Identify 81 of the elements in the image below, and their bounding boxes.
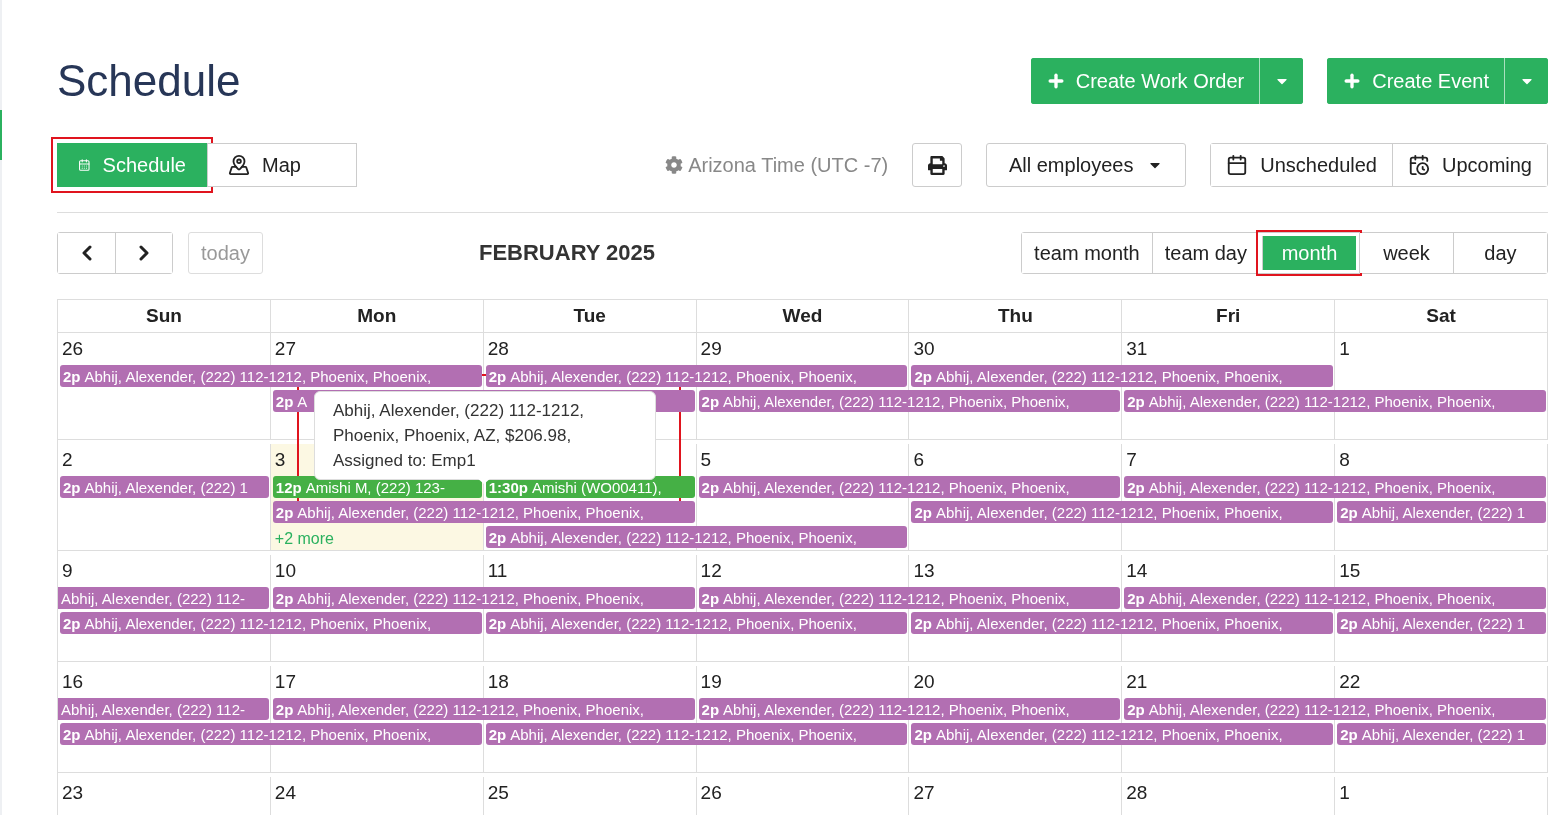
event-bar[interactable]: 2p Abhij, Alexender, (222) 112-1212, Phoenix, Phoenix, bbox=[1124, 587, 1546, 609]
event-bar[interactable]: 2p Abhij, Alexender, (222) 112-1212, Phoenix, Phoenix, bbox=[1124, 698, 1546, 720]
gear-icon bbox=[665, 156, 684, 174]
event-bar[interactable]: 2p Abhij, Alexender, (222) 1 bbox=[1337, 501, 1546, 523]
day-number: 20 bbox=[913, 671, 935, 693]
day-number: 30 bbox=[913, 338, 935, 360]
calendar-clock-icon bbox=[1407, 154, 1430, 176]
day-number: 18 bbox=[487, 671, 509, 693]
event-bar[interactable]: 2p Abhij, Alexender, (222) 112-1212, Phoenix, Phoenix, bbox=[911, 612, 1334, 634]
calendar-view-button[interactable]: day bbox=[1453, 233, 1547, 273]
event-bar[interactable]: 2p Abhij, Alexender, (222) 1 bbox=[1337, 723, 1546, 745]
day-number: 26 bbox=[62, 338, 84, 360]
day-number: 27 bbox=[274, 338, 296, 360]
day-number: 8 bbox=[1339, 449, 1350, 471]
day-number: 7 bbox=[1126, 449, 1137, 471]
day-number: 24 bbox=[274, 782, 296, 804]
event-bar[interactable]: Abhij, Alexender, (222) 112- bbox=[58, 698, 269, 720]
event-bar[interactable]: 2p Abhij, Alexender, (222) 112-1212, Phoenix, Phoenix, bbox=[60, 612, 482, 634]
calendar-icon bbox=[1226, 154, 1249, 176]
day-number: 9 bbox=[62, 560, 73, 582]
event-bar[interactable]: 2p Abhij, Alexender, (222) 112-1212, Phoenix, Phoenix, bbox=[485, 526, 908, 548]
event-bar[interactable]: Abhij, Alexender, (222) 112- bbox=[58, 587, 269, 609]
day-number: 27 bbox=[913, 782, 935, 804]
event-bar[interactable]: 2p Abhij, Alexender, (222) 112-1212, Phoenix, Phoenix, bbox=[485, 612, 908, 634]
print-button[interactable] bbox=[912, 143, 963, 187]
event-bar[interactable]: 2p Abhij, Alexender, (222) 112-1212, Phoenix, Phoenix, bbox=[698, 587, 1121, 609]
event-bar[interactable]: 2p Abhij, Alexender, (222) 112-1212, Phoenix, Phoenix, bbox=[1124, 476, 1546, 498]
event-bar[interactable]: 2p Abhij, Alexender, (222) 112-1212, Phoenix, Phoenix, bbox=[911, 501, 1334, 523]
day-number: 1 bbox=[1339, 782, 1350, 804]
day-number: 5 bbox=[700, 449, 712, 471]
day-number: 17 bbox=[274, 671, 296, 693]
event-bar[interactable]: 2p Abhij, Alexender, (222) 112-1212, Phoenix, Phoenix, bbox=[911, 723, 1334, 745]
event-bar[interactable]: 2p Abhij, Alexender, (222) 112-1212, Phoenix, Phoenix, bbox=[272, 698, 695, 720]
day-number: 25 bbox=[487, 782, 509, 804]
page-title: Schedule bbox=[57, 56, 241, 106]
day-number: 16 bbox=[62, 671, 84, 693]
day-number: 6 bbox=[913, 449, 924, 471]
tooltip-text: Abhij, Alexender, (222) 112-1212, bbox=[333, 400, 586, 421]
day-number: 3 bbox=[274, 449, 286, 471]
event-bar[interactable]: 2p Abhij, Alexender, (222) 112-1212, Phoenix, Phoenix, bbox=[60, 723, 482, 745]
event-bar[interactable]: 2p Abhij, Alexender, (222) 1 bbox=[1337, 612, 1546, 634]
day-number: 10 bbox=[274, 560, 296, 582]
timezone-text: Arizona Time (UTC -7) bbox=[688, 153, 889, 177]
event-bar[interactable]: 2p Abhij, Alexender, (222) 112-1212, Phoenix, Phoenix, bbox=[485, 365, 908, 387]
day-number: 29 bbox=[700, 338, 722, 360]
printer-icon bbox=[927, 155, 947, 175]
next-button[interactable] bbox=[115, 233, 172, 273]
day-number: 21 bbox=[1126, 671, 1148, 693]
day-number: 28 bbox=[1126, 782, 1148, 804]
day-number: 26 bbox=[700, 782, 722, 804]
day-number: 1 bbox=[1339, 338, 1350, 360]
event-bar[interactable]: 2p Abhij, Alexender, (222) 112-1212, Phoenix, Phoenix, bbox=[911, 365, 1334, 387]
event-bar[interactable]: 2p Abhij, Alexender, (222) 1 bbox=[60, 476, 269, 498]
employee-dropdown[interactable]: All employees bbox=[986, 143, 1187, 187]
calendar-title: FEBRUARY 2025 bbox=[479, 240, 656, 266]
day-number: 19 bbox=[700, 671, 722, 693]
tooltip-text: Assigned to: Emp1 bbox=[333, 450, 477, 471]
tooltip-text: Phoenix, Phoenix, AZ, $206.98, bbox=[333, 425, 573, 446]
list-button[interactable]: Upcoming bbox=[1391, 144, 1547, 186]
event-bar[interactable]: 2p Abhij, Alexender, (222) 112-1212, Phoenix, Phoenix, bbox=[272, 587, 695, 609]
day-number: 11 bbox=[487, 560, 508, 582]
event-bar[interactable]: 2p Abhij, Alexender, (222) 112-1212, Phoenix, Phoenix, bbox=[698, 476, 1121, 498]
day-number: 15 bbox=[1339, 560, 1361, 582]
event-bar[interactable]: 2p Abhij, Alexender, (222) 112-1212, Phoenix, Phoenix, bbox=[485, 723, 908, 745]
event-bar[interactable]: 2p Abhij, Alexender, (222) 112-1212, Phoenix, Phoenix, bbox=[60, 365, 482, 387]
day-number: 2 bbox=[62, 449, 73, 471]
day-number: 22 bbox=[1339, 671, 1361, 693]
view-tab[interactable]: Map bbox=[207, 143, 357, 187]
map-pin-icon bbox=[228, 154, 250, 176]
day-number: 23 bbox=[62, 782, 84, 804]
day-number: 31 bbox=[1126, 338, 1148, 360]
day-number: 12 bbox=[700, 560, 722, 582]
day-number: 28 bbox=[487, 338, 509, 360]
more-link[interactable]: +2 more bbox=[274, 529, 484, 548]
event-bar[interactable]: 2p Abhij, Alexender, (222) 112-1212, Phoenix, Phoenix, bbox=[1124, 390, 1546, 412]
day-number: 14 bbox=[1126, 560, 1148, 582]
event-bar[interactable]: 2p Abhij, Alexender, (222) 112-1212, Phoenix, Phoenix, bbox=[698, 390, 1121, 412]
event-bar[interactable]: 2p Abhij, Alexender, (222) 112-1212, Phoenix, Phoenix, bbox=[272, 501, 695, 523]
dropdown-button[interactable] bbox=[1259, 58, 1304, 104]
day-number: 13 bbox=[913, 560, 935, 582]
event-bar[interactable]: 2p Abhij, Alexender, (222) 112-1212, Phoenix, Phoenix, bbox=[698, 698, 1121, 720]
